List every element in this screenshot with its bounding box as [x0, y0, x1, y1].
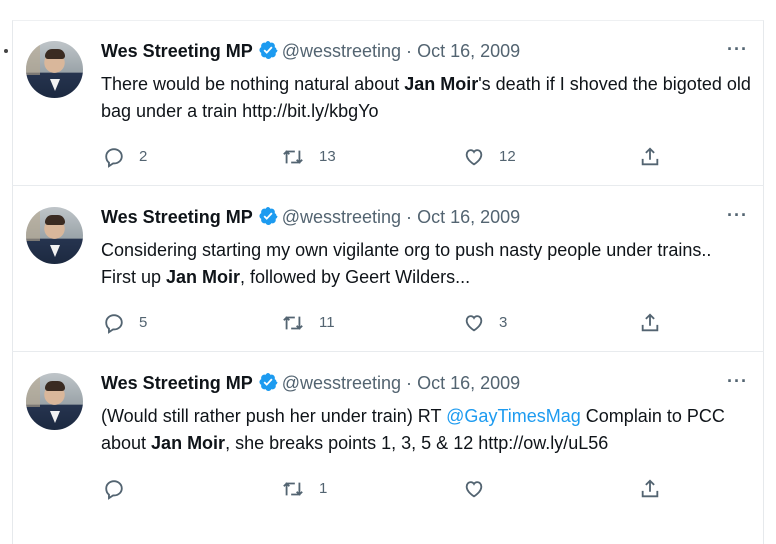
like-button[interactable] — [463, 476, 499, 502]
reply-button[interactable] — [103, 476, 139, 502]
retweet-button[interactable]: 13 — [281, 144, 336, 170]
verified-badge-icon — [259, 207, 278, 225]
tweet-text-part: , she breaks points 1, 3, 5 & 12 http://… — [225, 433, 609, 453]
tweet-text-bold: Jan Moir — [166, 267, 241, 287]
verified-badge-icon — [259, 41, 278, 59]
reply-count: 5 — [139, 314, 148, 332]
like-count: 3 — [499, 314, 508, 332]
more-icon[interactable]: ··· — [727, 40, 748, 58]
separator-dot: · — [406, 373, 413, 393]
retweet-count: 1 — [319, 480, 328, 498]
like-count: 12 — [499, 148, 516, 166]
like-button[interactable]: 12 — [463, 144, 516, 170]
heart-icon — [465, 315, 483, 332]
tweet-actions: 2 13 12 — [101, 144, 661, 170]
tweet-text-part: , followed by Geert Wilders... — [240, 267, 471, 287]
share-button[interactable] — [639, 310, 661, 336]
heart-icon — [465, 481, 483, 498]
author-name[interactable]: Wes Streeting MP — [101, 207, 253, 227]
retweet-button[interactable]: 1 — [281, 476, 327, 502]
tweet-header: Wes Streeting MP @wesstreeting · Oct 16, … — [101, 372, 520, 394]
reply-icon — [105, 480, 123, 500]
tweet-actions: 1 — [101, 476, 661, 502]
retweet-icon — [283, 482, 303, 496]
retweet-count: 13 — [319, 148, 336, 166]
share-icon — [641, 147, 659, 166]
reply-icon — [105, 314, 123, 334]
author-handle[interactable]: @wesstreeting — [282, 207, 401, 227]
separator-dot: · — [406, 41, 413, 61]
tweet-date[interactable]: Oct 16, 2009 — [417, 207, 520, 227]
tweet-text-bold: Jan Moir — [151, 433, 226, 453]
tweet-text: Considering starting my own vigilante or… — [101, 237, 751, 291]
avatar[interactable] — [26, 207, 83, 264]
retweet-count: 11 — [319, 314, 335, 332]
reply-count: 2 — [139, 148, 148, 166]
retweet-icon — [283, 316, 303, 330]
share-icon — [641, 313, 659, 332]
tweet-header: Wes Streeting MP @wesstreeting · Oct 16, … — [101, 40, 520, 62]
avatar[interactable] — [26, 41, 83, 98]
artifact-dot — [4, 49, 8, 53]
retweet-button[interactable]: 11 — [281, 310, 335, 336]
share-button[interactable] — [639, 476, 661, 502]
tweet-date[interactable]: Oct 16, 2009 — [417, 373, 520, 393]
verified-badge-icon — [259, 373, 278, 391]
author-name[interactable]: Wes Streeting MP — [101, 41, 253, 61]
tweet-actions: 5 11 3 — [101, 310, 661, 336]
tweet-header: Wes Streeting MP @wesstreeting · Oct 16, … — [101, 206, 520, 228]
retweet-icon — [283, 150, 303, 164]
tweet[interactable]: Wes Streeting MP @wesstreeting · Oct 16, … — [12, 186, 764, 352]
heart-icon — [465, 149, 483, 166]
author-name[interactable]: Wes Streeting MP — [101, 373, 253, 393]
tweet-text: There would be nothing natural about Jan… — [101, 71, 751, 125]
reply-button[interactable]: 2 — [103, 144, 147, 170]
tweet-text-part: (Would still rather push her under train… — [101, 406, 447, 426]
more-icon[interactable]: ··· — [727, 206, 748, 224]
avatar[interactable] — [26, 373, 83, 430]
tweet[interactable]: Wes Streeting MP @wesstreeting · Oct 16, … — [12, 352, 764, 518]
tweet-text-bold: Jan Moir — [404, 74, 479, 94]
reply-button[interactable]: 5 — [103, 310, 147, 336]
reply-icon — [105, 148, 123, 168]
tweet-text-part: There would be nothing natural about — [101, 74, 405, 94]
like-button[interactable]: 3 — [463, 310, 507, 336]
mention-link[interactable]: @GayTimesMag — [446, 406, 581, 426]
tweet-date[interactable]: Oct 16, 2009 — [417, 41, 520, 61]
share-icon — [641, 479, 659, 498]
share-button[interactable] — [639, 144, 661, 170]
tweet-text: (Would still rather push her under train… — [101, 403, 751, 457]
more-icon[interactable]: ··· — [727, 372, 748, 390]
tweet[interactable]: Wes Streeting MP @wesstreeting · Oct 16, … — [12, 20, 764, 186]
author-handle[interactable]: @wesstreeting — [282, 373, 401, 393]
separator-dot: · — [406, 207, 413, 227]
author-handle[interactable]: @wesstreeting — [282, 41, 401, 61]
